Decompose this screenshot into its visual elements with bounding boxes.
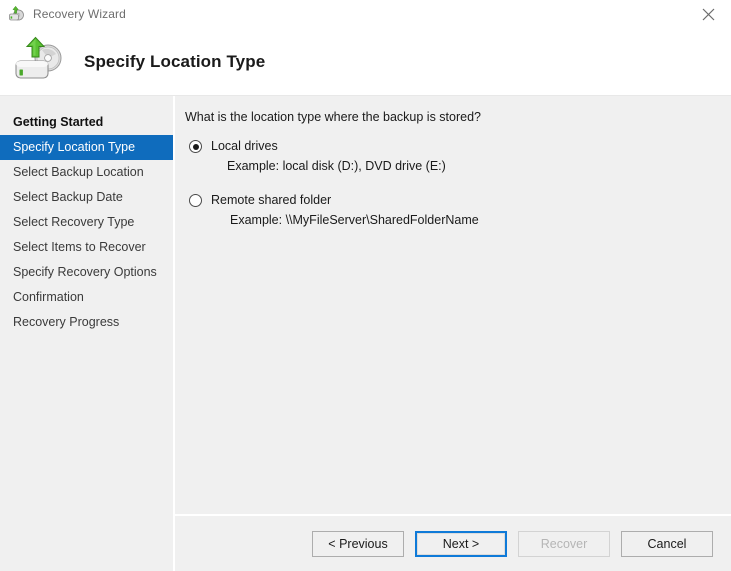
main-content: What is the location type where the back…	[175, 96, 731, 514]
close-icon[interactable]	[686, 0, 731, 28]
location-type-question: What is the location type where the back…	[185, 110, 713, 124]
sidebar-item-specify-location-type[interactable]: Specify Location Type	[0, 135, 173, 160]
radio-option-local-drives[interactable]: Local drives	[185, 137, 713, 155]
sidebar-item-recovery-progress[interactable]: Recovery Progress	[0, 310, 173, 335]
radio-option-remote-shared-folder[interactable]: Remote shared folder	[185, 191, 713, 209]
sidebar-item-select-backup-location[interactable]: Select Backup Location	[0, 160, 173, 185]
sidebar-item-select-recovery-type[interactable]: Select Recovery Type	[0, 210, 173, 235]
window-title: Recovery Wizard	[33, 7, 126, 21]
radio-local-drives-label: Local drives	[211, 137, 278, 155]
wizard-footer: < Previous Next > Recover Cancel	[175, 514, 731, 571]
radio-remote-shared-folder[interactable]	[189, 194, 202, 207]
title-bar: Recovery Wizard	[0, 0, 731, 28]
radio-remote-shared-folder-label: Remote shared folder	[211, 191, 331, 209]
wizard-step-sidebar: Getting Started Specify Location Type Se…	[0, 96, 175, 571]
sidebar-item-getting-started[interactable]: Getting Started	[0, 110, 173, 135]
previous-button[interactable]: < Previous	[312, 531, 404, 557]
hard-drive-restore-icon	[12, 36, 72, 88]
cancel-button[interactable]: Cancel	[621, 531, 713, 557]
recovery-drive-icon	[8, 5, 26, 23]
wizard-body: Getting Started Specify Location Type Se…	[0, 96, 731, 571]
remote-shared-folder-example: Example: \\MyFileServer\SharedFolderName	[230, 212, 713, 229]
local-drives-example: Example: local disk (D:), DVD drive (E:)	[227, 158, 713, 175]
recovery-wizard-window: Recovery Wizard Specify Location Type	[0, 0, 731, 571]
recover-button: Recover	[518, 531, 610, 557]
wizard-header: Specify Location Type	[0, 28, 731, 96]
next-button[interactable]: Next >	[415, 531, 507, 557]
sidebar-item-select-items-to-recover[interactable]: Select Items to Recover	[0, 235, 173, 260]
radio-local-drives[interactable]	[189, 140, 202, 153]
page-title: Specify Location Type	[84, 52, 265, 72]
sidebar-item-confirmation[interactable]: Confirmation	[0, 285, 173, 310]
sidebar-item-specify-recovery-options[interactable]: Specify Recovery Options	[0, 260, 173, 285]
sidebar-item-select-backup-date[interactable]: Select Backup Date	[0, 185, 173, 210]
content-wrapper: What is the location type where the back…	[175, 96, 731, 571]
